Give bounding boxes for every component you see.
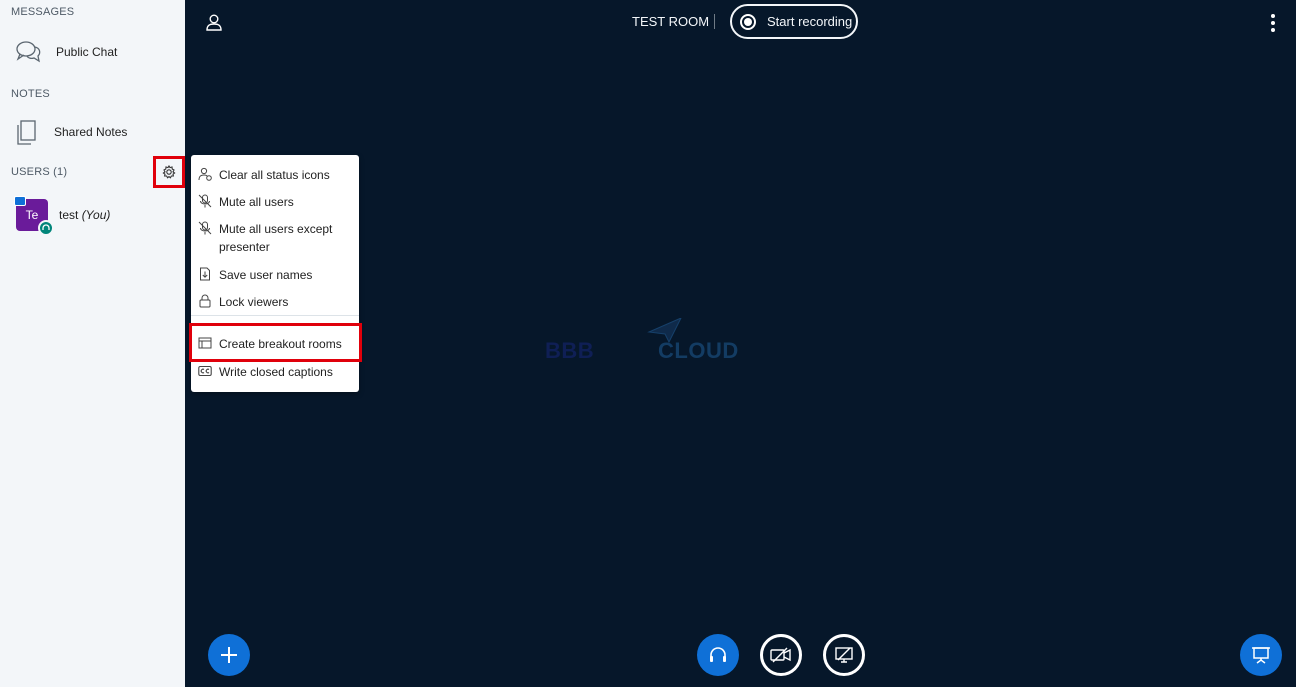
user-list-toggle-button[interactable] [203, 11, 225, 33]
menu-item-clear-status[interactable]: Clear all status icons [191, 166, 359, 186]
mic-off-icon [198, 194, 212, 208]
closed-caption-icon [198, 365, 212, 377]
notes-icon [17, 120, 36, 145]
shared-notes-item[interactable]: Shared Notes [14, 117, 174, 147]
menu-item-label: Mute all users [219, 195, 294, 209]
messages-section-title: MESSAGES [11, 6, 75, 18]
record-icon [740, 13, 756, 30]
user-list-item[interactable]: Te test (You) [14, 196, 181, 236]
shared-notes-label: Shared Notes [54, 125, 128, 139]
kebab-dot [1271, 14, 1275, 18]
presenter-icon [14, 196, 26, 206]
start-recording-label: Start recording [767, 14, 853, 29]
user-options-menu: Clear all status icons Mute all users Mu… [191, 155, 359, 392]
video-off-icon [770, 647, 791, 663]
more-options-button[interactable] [1268, 12, 1278, 34]
title-divider [714, 14, 715, 29]
menu-item-create-breakout-rooms[interactable]: Create breakout rooms [191, 335, 359, 355]
you-tag: (You) [81, 208, 111, 222]
menu-item-save-user-names[interactable]: Save user names [191, 266, 359, 286]
menu-item-label: Write closed captions [219, 365, 333, 379]
watermark-text-a: BBB [545, 338, 595, 363]
users-section-title: USERS (1) [11, 166, 68, 178]
screen-share-off-icon [835, 647, 853, 663]
kebab-dot [1271, 28, 1275, 32]
menu-item-write-closed-captions[interactable]: Write closed captions [191, 363, 359, 383]
share-webcam-button[interactable] [760, 634, 802, 676]
menu-item-label: Mute all users except presenter [219, 222, 333, 254]
menu-item-label: Create breakout rooms [219, 337, 342, 351]
menu-item-mute-all[interactable]: Mute all users [191, 193, 359, 213]
lock-icon [199, 294, 211, 308]
menu-separator [191, 315, 359, 316]
user-clear-icon [198, 167, 212, 181]
public-chat-label: Public Chat [56, 45, 118, 59]
user-name-text: test [59, 208, 79, 222]
audio-button[interactable] [697, 634, 739, 676]
actions-button[interactable] [208, 634, 250, 676]
menu-item-label: Save user names [219, 268, 313, 282]
share-screen-button[interactable] [823, 634, 865, 676]
plus-icon [221, 647, 237, 663]
room-title: TEST ROOM [632, 14, 710, 29]
gear-icon [162, 165, 176, 179]
presentation-button[interactable] [1240, 634, 1282, 676]
user-icon [206, 14, 222, 31]
chat-icon [16, 41, 41, 63]
presentation-icon [1252, 647, 1270, 664]
menu-item-label: Clear all status icons [219, 168, 330, 182]
mic-off-icon [198, 221, 212, 235]
watermark-logo: BBB CLOUD [545, 318, 755, 366]
headset-icon [38, 220, 54, 236]
menu-item-lock-viewers[interactable]: Lock viewers [191, 293, 359, 313]
user-name: test (You) [59, 208, 110, 222]
start-recording-button[interactable]: Start recording [730, 4, 858, 39]
kebab-dot [1271, 21, 1275, 25]
sidebar: MESSAGES Public Chat NOTES Shared Notes … [0, 0, 185, 687]
download-file-icon [200, 267, 210, 281]
notes-section-title: NOTES [11, 88, 50, 100]
menu-item-label: Lock viewers [219, 295, 289, 309]
headset-icon [710, 647, 726, 662]
breakout-room-icon [198, 337, 212, 349]
menu-item-mute-except-presenter[interactable]: Mute all users except presenter [191, 220, 359, 258]
watermark-text-b: CLOUD [658, 338, 739, 363]
public-chat-item[interactable]: Public Chat [14, 37, 174, 67]
user-options-button[interactable] [153, 156, 185, 188]
